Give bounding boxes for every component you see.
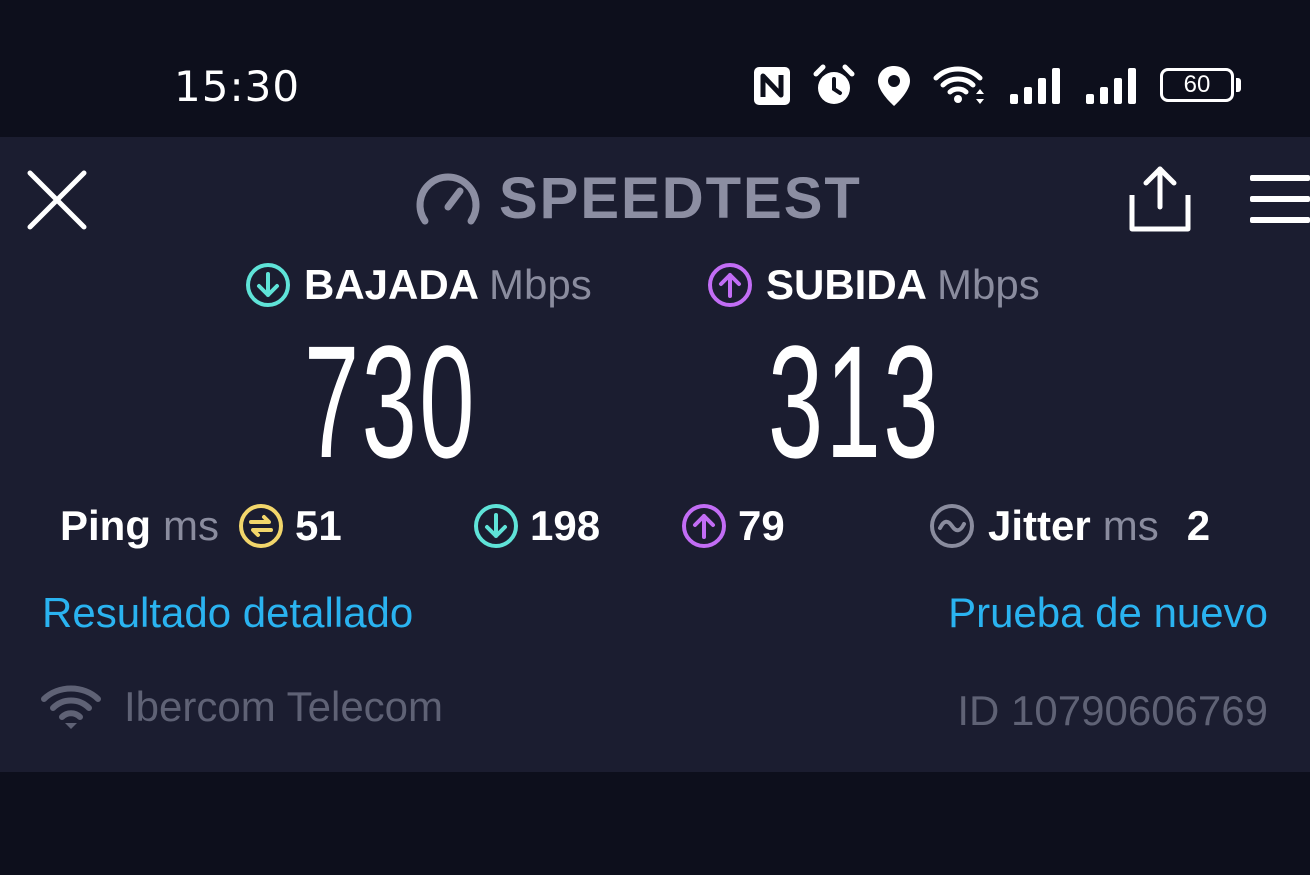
jitter-row: Jitter ms 2	[928, 501, 1210, 551]
jitter-unit: ms	[1102, 502, 1159, 549]
ping-idle-icon	[239, 504, 283, 548]
provider-name: Ibercom Telecom	[124, 683, 444, 730]
battery-icon: 60	[1160, 66, 1241, 106]
nfc-icon	[754, 67, 790, 105]
result-panel: SPEEDTEST BAJADA Mbps 730 SUBIDA Mbps 31…	[0, 137, 1310, 772]
ping-idle-value: 51	[295, 502, 342, 549]
ping-upload-value: 79	[738, 502, 785, 549]
upload-label: SUBIDA	[766, 261, 928, 308]
ping-unit: ms	[163, 502, 219, 549]
ping-download-row: 198	[472, 501, 600, 551]
result-id: ID 10790606769	[957, 687, 1268, 734]
ping-upload-row: 79	[680, 501, 785, 551]
ping-upload-icon	[682, 504, 726, 548]
close-icon[interactable]	[24, 167, 90, 233]
speedometer-icon	[416, 173, 480, 224]
brand: SPEEDTEST	[415, 165, 862, 232]
status-icons: 60	[752, 64, 1241, 108]
wifi-icon	[41, 685, 101, 729]
ping-download-icon	[474, 504, 518, 548]
wifi-icon	[933, 66, 984, 104]
status-bar: 15:30 60	[0, 0, 1310, 137]
jitter-value: 2	[1186, 502, 1211, 549]
provider-info: Ibercom Telecom	[40, 683, 443, 731]
upload-value: 313	[768, 312, 941, 491]
battery-level: 60	[1183, 71, 1211, 98]
status-time: 15:30	[174, 62, 301, 111]
ping-download-value: 198	[530, 502, 601, 549]
app-title: SPEEDTEST	[499, 166, 862, 231]
download-label: BAJADA	[304, 261, 480, 308]
download-value: 730	[304, 312, 477, 491]
signal-icon	[1086, 68, 1136, 104]
download-header: BAJADA Mbps	[244, 261, 592, 309]
upload-header: SUBIDA Mbps	[706, 261, 1040, 309]
alarm-icon	[813, 64, 855, 104]
signal-icon	[1010, 68, 1060, 104]
ping-row: Ping ms 51	[60, 501, 342, 551]
ping-label: Ping	[60, 502, 151, 549]
test-again-link[interactable]: Prueba de nuevo	[948, 589, 1268, 637]
detailed-result-link[interactable]: Resultado detallado	[42, 589, 413, 637]
jitter-label: Jitter	[988, 502, 1091, 549]
download-arrow-icon	[246, 263, 290, 307]
upload-arrow-icon	[708, 263, 752, 307]
share-icon[interactable]	[1126, 163, 1194, 233]
jitter-icon	[930, 504, 974, 548]
location-icon	[878, 66, 910, 106]
download-unit: Mbps	[489, 261, 592, 308]
menu-icon[interactable]	[1248, 173, 1310, 225]
upload-unit: Mbps	[937, 261, 1040, 308]
